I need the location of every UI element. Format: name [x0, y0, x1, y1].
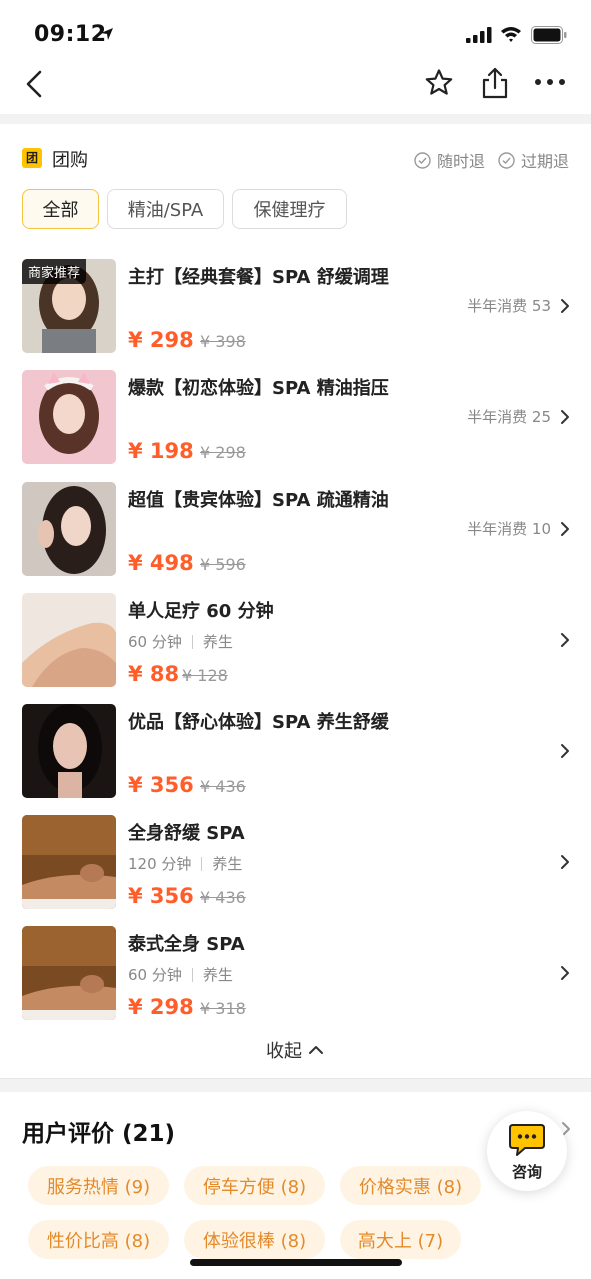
refund-anytime-text: 随时退 — [437, 152, 486, 171]
deal-title: 优品【舒心体验】SPA 养生舒缓 — [128, 712, 389, 733]
deal-item[interactable]: 全身舒缓 SPA 120 分钟 养生 ¥ 356 ¥ 436 — [0, 815, 591, 915]
deal-thumbnail — [22, 482, 116, 576]
deal-item[interactable]: 商家推荐 主打【经典套餐】SPA 舒缓调理 半年消费 53 ¥ 298 ¥ 39… — [0, 259, 591, 359]
deal-price: ¥ 88 — [128, 662, 180, 686]
refund-expired-text: 过期退 — [521, 152, 570, 171]
deal-duration: 60 分钟 — [128, 633, 182, 651]
consult-label: 咨询 — [511, 1163, 542, 1181]
signal-icon — [466, 27, 492, 43]
deal-duration: 120 分钟 — [128, 855, 192, 873]
deal-item[interactable]: 优品【舒心体验】SPA 养生舒缓 ¥ 356 ¥ 436 — [0, 704, 591, 804]
chat-bubble-icon — [509, 1124, 545, 1156]
section-divider — [0, 1078, 591, 1092]
review-tag[interactable]: 体验很棒 (8) — [184, 1220, 325, 1259]
filter-tab-therapy[interactable]: 保健理疗 — [232, 189, 347, 229]
deal-original-price: ¥ 596 — [200, 555, 246, 574]
share-icon[interactable] — [480, 66, 510, 100]
review-tag[interactable]: 高大上 (7) — [340, 1220, 461, 1259]
deal-price: ¥ 498 — [128, 551, 194, 575]
deal-thumbnail — [22, 704, 116, 798]
review-tag[interactable]: 服务热情 (9) — [28, 1166, 169, 1205]
deal-title: 超值【贵宾体验】SPA 疏通精油 — [128, 490, 389, 511]
deal-title: 主打【经典套餐】SPA 舒缓调理 — [128, 267, 389, 288]
status-time: 09:12 — [34, 22, 107, 47]
deal-item[interactable]: 爆款【初恋体验】SPA 精油指压 半年消费 25 ¥ 198 ¥ 298 — [0, 370, 591, 470]
deal-title: 单人足疗 60 分钟 — [128, 601, 274, 622]
deal-title: 全身舒缓 SPA — [128, 823, 245, 844]
deal-thumbnail: 商家推荐 — [22, 259, 116, 353]
deal-original-price: ¥ 436 — [200, 888, 246, 907]
chevron-right-icon — [561, 299, 569, 313]
nav-bar — [0, 62, 591, 114]
deal-title: 泰式全身 SPA — [128, 934, 245, 955]
more-icon[interactable] — [534, 76, 566, 88]
wifi-icon — [501, 27, 521, 42]
favorite-star-icon[interactable] — [424, 68, 454, 98]
collapse-button[interactable]: 收起 — [266, 1037, 324, 1063]
home-indicator — [190, 1259, 402, 1266]
reviews-title[interactable]: 用户评价 (21) — [22, 1114, 175, 1148]
check-circle-icon — [498, 151, 515, 169]
battery-icon — [531, 26, 567, 44]
group-buy-title: 团购 — [52, 150, 88, 171]
section-divider — [0, 114, 591, 124]
deal-category: 养生 — [202, 966, 233, 984]
deal-price: ¥ 198 — [128, 439, 194, 463]
filter-tab-all[interactable]: 全部 — [22, 189, 99, 229]
deal-item[interactable]: 泰式全身 SPA 60 分钟 养生 ¥ 298 ¥ 318 — [0, 926, 591, 1026]
group-buy-header: 团 团购 随时退 过期退 — [0, 124, 591, 184]
refund-anytime-label: 随时退 — [414, 148, 485, 172]
deal-original-price: ¥ 298 — [200, 443, 246, 462]
deal-thumbnail — [22, 815, 116, 909]
chevron-right-icon — [561, 522, 569, 536]
chevron-right-icon — [561, 966, 569, 980]
filter-tabs: 全部 精油/SPA 保健理疗 — [22, 189, 347, 230]
deal-item[interactable]: 单人足疗 60 分钟 60 分钟 养生 ¥ 88 ¥ 128 — [0, 593, 591, 693]
deal-subinfo: 60 分钟 养生 — [128, 964, 233, 985]
check-circle-icon — [414, 151, 431, 169]
deal-thumbnail — [22, 370, 116, 464]
status-bar: 09:12 — [0, 0, 591, 62]
deal-original-price: ¥ 436 — [200, 777, 246, 796]
deal-sales: 半年消费 53 — [467, 297, 551, 315]
review-tag[interactable]: 停车方便 (8) — [184, 1166, 325, 1205]
location-arrow-icon — [101, 28, 113, 40]
back-icon[interactable] — [22, 68, 50, 100]
deal-duration: 60 分钟 — [128, 966, 182, 984]
chevron-right-icon — [561, 410, 569, 424]
deal-category: 养生 — [202, 633, 233, 651]
deal-price: ¥ 356 — [128, 773, 194, 797]
deal-subinfo: 60 分钟 养生 — [128, 631, 233, 652]
refund-expired-label: 过期退 — [498, 148, 569, 172]
deal-price: ¥ 356 — [128, 884, 194, 908]
review-tag[interactable]: 价格实惠 (8) — [340, 1166, 481, 1205]
collapse-label: 收起 — [266, 1041, 302, 1062]
deal-subinfo: 120 分钟 养生 — [128, 853, 242, 874]
deal-price: ¥ 298 — [128, 995, 194, 1019]
deal-original-price: ¥ 128 — [182, 666, 228, 685]
group-buy-badge-icon: 团 — [22, 148, 42, 168]
merchant-recommend-tag: 商家推荐 — [22, 259, 87, 284]
deal-thumbnail — [22, 593, 116, 687]
deal-sales: 半年消费 25 — [467, 408, 551, 426]
review-tag[interactable]: 性价比高 (8) — [28, 1220, 169, 1259]
deal-thumbnail — [22, 926, 116, 1020]
deal-original-price: ¥ 398 — [200, 332, 246, 351]
deal-title: 爆款【初恋体验】SPA 精油指压 — [128, 378, 389, 399]
chevron-right-icon — [561, 744, 569, 758]
filter-tab-oil-spa[interactable]: 精油/SPA — [107, 189, 224, 229]
deal-item[interactable]: 超值【贵宾体验】SPA 疏通精油 半年消费 10 ¥ 498 ¥ 596 — [0, 482, 591, 582]
chevron-right-icon — [561, 633, 569, 647]
deal-price: ¥ 298 — [128, 328, 194, 352]
chevron-up-icon — [309, 1046, 323, 1054]
consult-button[interactable]: 咨询 — [487, 1111, 567, 1191]
chevron-right-icon — [561, 855, 569, 869]
deal-category: 养生 — [212, 855, 243, 873]
deal-sales: 半年消费 10 — [467, 520, 551, 538]
deal-original-price: ¥ 318 — [200, 999, 246, 1018]
